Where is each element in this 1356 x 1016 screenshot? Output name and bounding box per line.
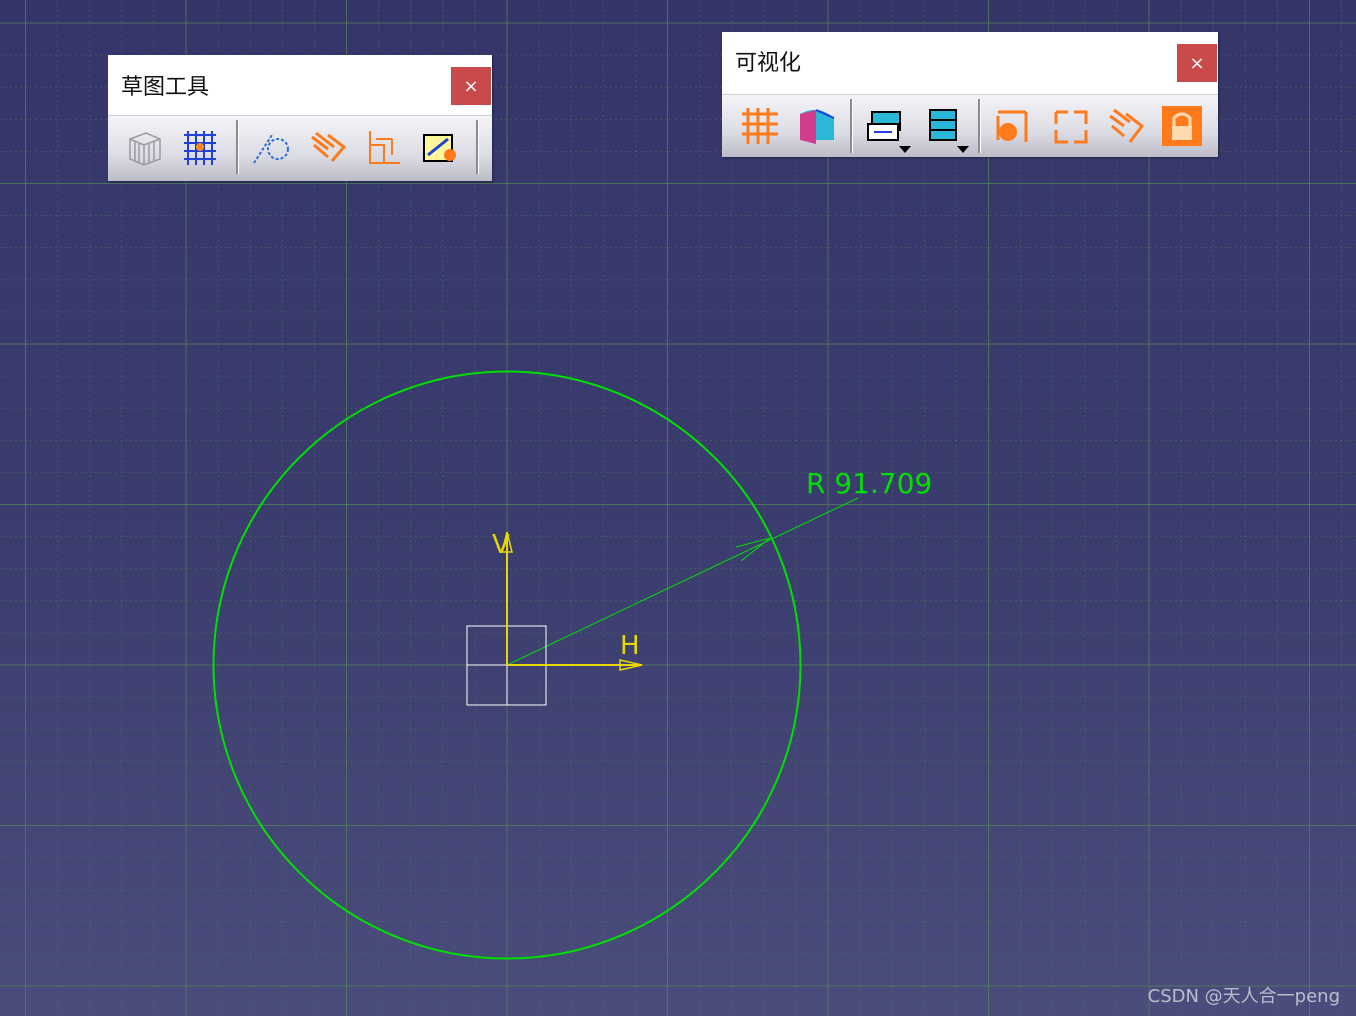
- watermark: CSDN @天人合一peng: [1147, 986, 1340, 1007]
- 3d-grid-icon[interactable]: [122, 125, 166, 169]
- visualization-close-button[interactable]: ×: [1177, 44, 1217, 82]
- separator: [978, 99, 981, 153]
- lock-visualization-icon[interactable]: [1160, 104, 1204, 148]
- separator: [850, 99, 853, 153]
- visualization-icon-row: [722, 94, 1218, 157]
- geometric-constraints-visibility-icon[interactable]: [1048, 104, 1092, 148]
- sketch-tools-toolbar: 草图工具 ×: [108, 55, 492, 181]
- dimensional-constraints-visibility-icon[interactable]: [992, 104, 1036, 148]
- geometric-constraints-icon[interactable]: [306, 125, 350, 169]
- snap-to-point-icon[interactable]: [178, 125, 222, 169]
- h-axis-label: H: [620, 631, 640, 661]
- sketch-tools-title: 草图工具: [121, 75, 210, 100]
- visualization-title: 可视化: [735, 51, 802, 76]
- separator: [236, 120, 239, 174]
- cut-part-by-sketch-plane-icon[interactable]: [794, 104, 838, 148]
- v-axis-label: V: [492, 530, 510, 560]
- construction-element-icon[interactable]: [250, 125, 294, 169]
- grid-icon[interactable]: [738, 104, 782, 148]
- sketch-visualization-mode-icon[interactable]: [864, 104, 908, 148]
- automatic-constraints-icon[interactable]: [418, 125, 462, 169]
- radius-dimension-label[interactable]: R 91.709: [806, 467, 932, 500]
- radius-dimension-arrow: [735, 537, 771, 562]
- visualization-toolbar: 可视化 ×: [722, 32, 1218, 157]
- sketch-tools-close-button[interactable]: ×: [451, 67, 491, 105]
- separator: [476, 120, 479, 174]
- dimensional-constraints-icon[interactable]: [362, 125, 406, 169]
- diagnosis-icon[interactable]: [922, 104, 966, 148]
- dropdown-arrow-icon[interactable]: [957, 146, 969, 153]
- dropdown-arrow-icon[interactable]: [899, 146, 911, 153]
- radius-dimension-line: [506, 497, 859, 666]
- sketch-tools-icon-row: [108, 115, 492, 181]
- constraint-display-icon[interactable]: [1104, 104, 1148, 148]
